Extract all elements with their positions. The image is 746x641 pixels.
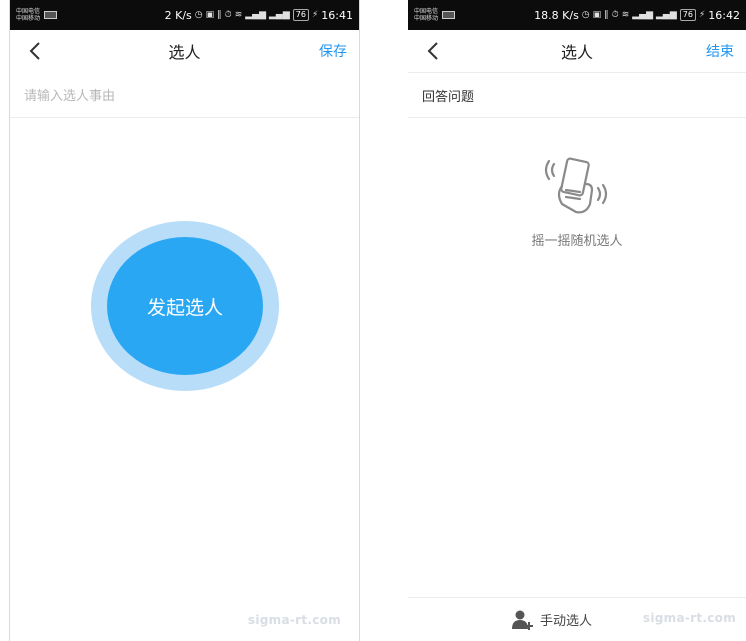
charging-icon: ⚡: [311, 10, 319, 20]
save-button[interactable]: 保存: [319, 41, 347, 61]
nav-bar: 选人 保存: [10, 30, 359, 72]
wifi-icon: ≋: [234, 10, 243, 20]
net-speed: 18.8 K/s: [534, 8, 579, 22]
nav-bar: 选人 结束: [408, 30, 746, 72]
carrier-info: 中国电信 中国移动: [414, 8, 456, 22]
carrier-2: 中国移动: [16, 15, 41, 22]
clock-icon: ⏱: [224, 10, 232, 20]
shake-phone-icon: [544, 157, 608, 214]
shake-area: 摇一摇随机选人: [408, 150, 746, 249]
net-speed: 2 K/s: [164, 8, 192, 22]
right-phone-screen: 中国电信 中国移动 18.8 K/s ◷ ▣ ‖ ⏱ ≋ ▂▄▆ ▂▄▆ 76 …: [408, 0, 746, 641]
status-time: 16:41: [321, 8, 353, 22]
page-title: 选人: [168, 43, 201, 62]
nfc-icon: ▣: [592, 10, 602, 20]
status-bar: 中国电信 中国移动 18.8 K/s ◷ ▣ ‖ ⏱ ≋ ▂▄▆ ▂▄▆ 76 …: [408, 0, 746, 30]
add-user-icon: [511, 610, 533, 630]
chevron-left-icon: [427, 42, 438, 60]
status-time: 16:42: [708, 8, 740, 22]
carrier-info: 中国电信 中国移动: [16, 8, 58, 22]
reason-input[interactable]: 请输入选人事由: [10, 72, 359, 118]
end-button[interactable]: 结束: [706, 41, 734, 61]
picture-notification-icon: [44, 11, 58, 19]
carrier-2: 中国移动: [414, 15, 439, 22]
reason-text: 回答问题: [422, 89, 475, 105]
vibrate-icon: ‖: [604, 10, 609, 20]
back-button[interactable]: [420, 36, 446, 66]
page-title: 选人: [560, 43, 593, 62]
launch-button-core[interactable]: 发起选人: [107, 237, 263, 375]
battery-icon: 76: [292, 9, 309, 21]
watermark: sigma-rt.com: [247, 613, 341, 627]
charging-icon: ⚡: [698, 10, 706, 20]
signal-icon: ▂▄▆: [245, 10, 267, 20]
wifi-icon: ≋: [621, 10, 630, 20]
shake-label: 摇一摇随机选人: [531, 234, 623, 249]
picture-notification-icon: [442, 11, 456, 19]
signal-icon-2: ▂▄▆: [656, 10, 677, 20]
alarm-icon: ◷: [194, 10, 203, 20]
signal-icon-2: ▂▄▆: [269, 10, 290, 20]
launch-button-label: 发起选人: [146, 296, 223, 319]
carrier-1: 中国电信: [414, 8, 439, 15]
carrier-1: 中国电信: [16, 8, 41, 15]
nfc-icon: ▣: [205, 10, 215, 20]
vibrate-icon: ‖: [217, 10, 222, 20]
watermark: sigma-rt.com: [642, 611, 736, 625]
back-button[interactable]: [22, 36, 48, 66]
manual-select-button[interactable]: 手动选人: [511, 610, 592, 630]
reason-placeholder: 请输入选人事由: [24, 89, 116, 104]
chevron-left-icon: [29, 42, 40, 60]
status-bar: 中国电信 中国移动 2 K/s ◷ ▣ ‖ ⏱ ≋ ▂▄▆ ▂▄▆ 76 ⚡ 1…: [10, 0, 359, 30]
clock-icon: ⏱: [611, 10, 619, 20]
launch-select-button[interactable]: 发起选人: [91, 221, 279, 391]
left-phone-screen: 中国电信 中国移动 2 K/s ◷ ▣ ‖ ⏱ ≋ ▂▄▆ ▂▄▆ 76 ⚡ 1…: [9, 0, 360, 641]
battery-icon: 76: [679, 9, 696, 21]
manual-select-label: 手动选人: [539, 614, 592, 629]
reason-display: 回答问题: [408, 72, 746, 118]
alarm-icon: ◷: [581, 10, 590, 20]
signal-icon: ▂▄▆: [632, 10, 654, 20]
